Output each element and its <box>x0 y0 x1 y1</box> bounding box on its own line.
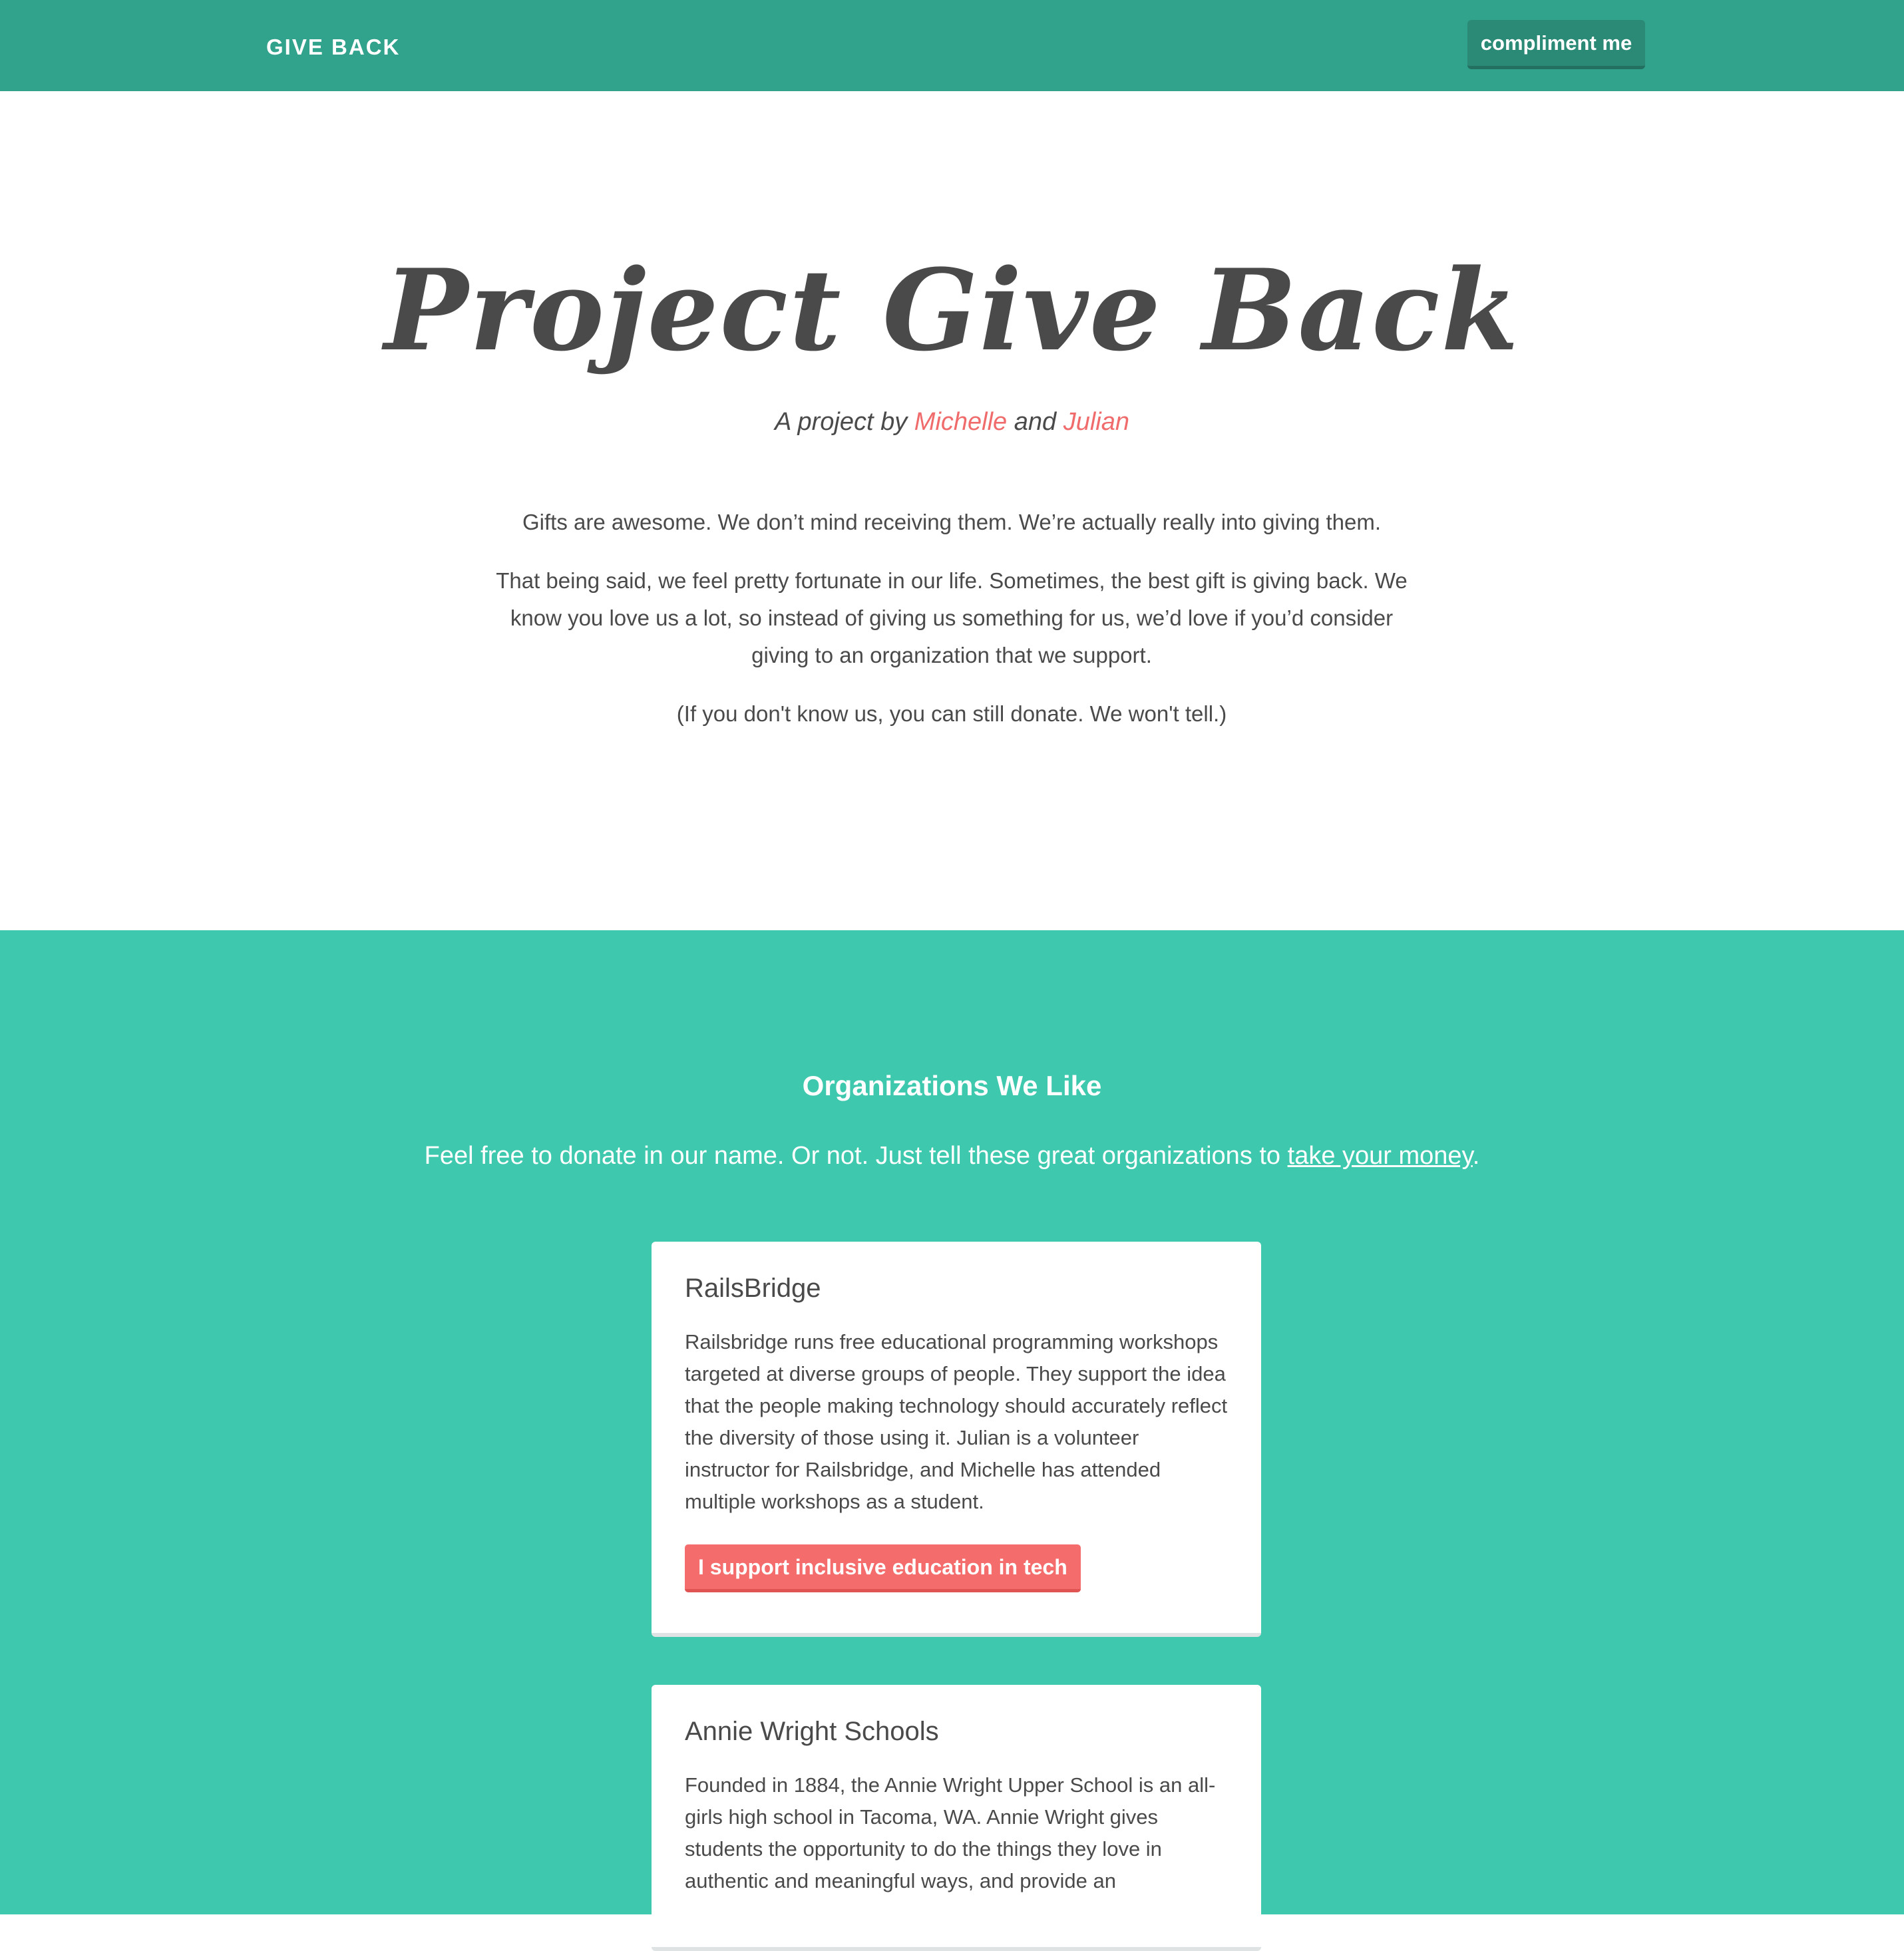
byline-and: and <box>1014 408 1057 436</box>
take-your-money-link[interactable]: take your money <box>1288 1142 1473 1170</box>
intro-paragraph: That being said, we feel pretty fortunat… <box>496 568 1408 667</box>
byline-prefix: A project by <box>774 408 908 436</box>
subtitle-end: . <box>1472 1142 1480 1170</box>
byline: A project by Michelle and Julian <box>0 408 1904 437</box>
navbar: GIVE BACK compliment me <box>0 0 1904 91</box>
subtitle-text: Feel free to donate in our name. Or not.… <box>424 1142 1281 1170</box>
intro-paragraph: Gifts are awesome. We don’t mind receivi… <box>522 510 1381 534</box>
org-name: Annie Wright Schools <box>685 1717 939 1746</box>
org-description: Founded in 1884, the Annie Wright Upper … <box>685 1773 1216 1892</box>
org-name: RailsBridge <box>685 1274 821 1303</box>
author-link-julian[interactable]: Julian <box>1063 408 1129 436</box>
org-card-railsbridge: RailsBridge Railsbridge runs free educat… <box>652 1242 1261 1637</box>
section-title: Organizations We Like <box>802 1070 1102 1101</box>
org-card-annie-wright: Annie Wright Schools Founded in 1884, th… <box>652 1685 1261 1951</box>
org-description: Railsbridge runs free educational progra… <box>685 1330 1228 1513</box>
page-title: Project Give Back <box>384 244 1520 376</box>
support-button[interactable]: I support inclusive education in tech <box>685 1544 1081 1592</box>
compliment-button[interactable]: compliment me <box>1467 20 1645 69</box>
hero-section: Project Give Back A project by Michelle … <box>0 91 1904 930</box>
intro-text: Gifts are awesome. We don’t mind receivi… <box>479 504 1424 754</box>
author-link-michelle[interactable]: Michelle <box>914 408 1007 436</box>
brand-logo[interactable]: GIVE BACK <box>266 35 400 60</box>
intro-paragraph: (If you don't know us, you can still don… <box>676 701 1227 726</box>
section-subtitle: Feel free to donate in our name. Or not.… <box>0 1142 1904 1170</box>
organizations-section: Organizations We Like Feel free to donat… <box>0 930 1904 1951</box>
